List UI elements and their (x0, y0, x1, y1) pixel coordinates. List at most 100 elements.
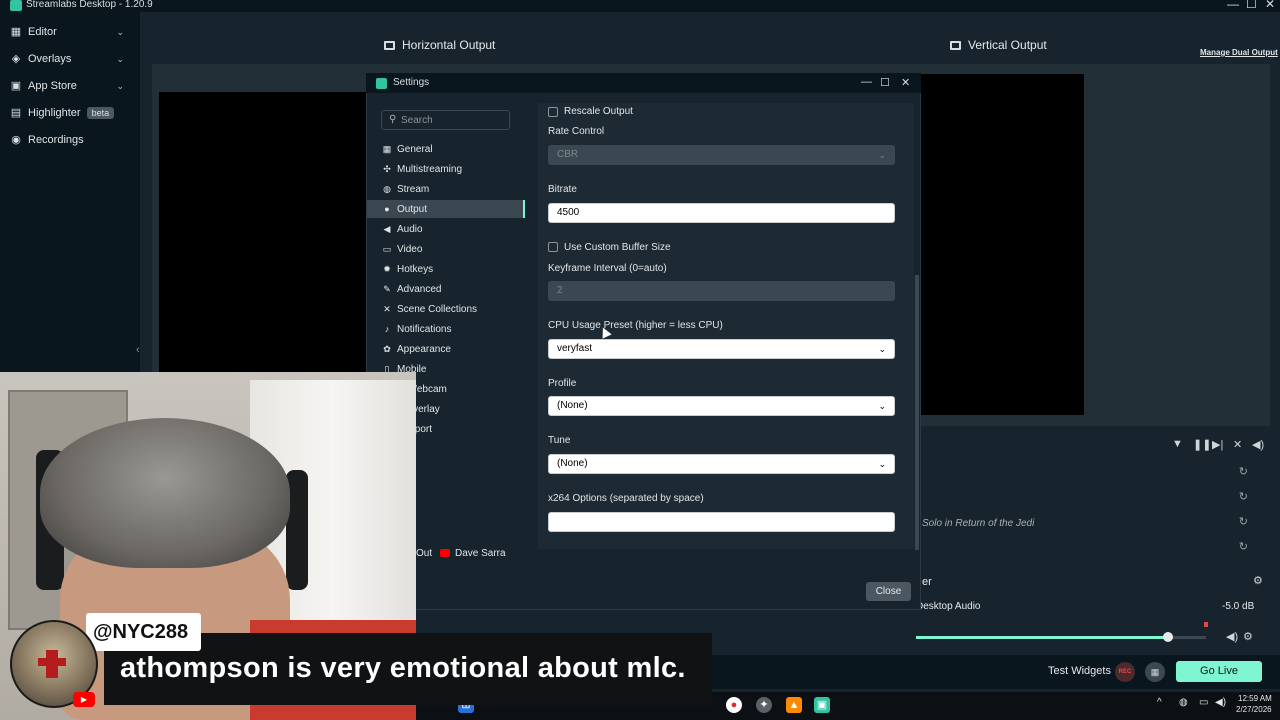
x264-options-input[interactable] (548, 512, 895, 532)
speaker-icon[interactable]: ◀) (1226, 630, 1238, 643)
chevron-down-icon: ⌄ (878, 344, 886, 354)
bell-icon: ♪ (384, 324, 390, 334)
nav-editor-label: Editor (28, 26, 57, 38)
peak-indicator (1204, 622, 1208, 627)
settings-category-stream[interactable]: ◍ Stream (367, 180, 525, 198)
nav-app-store[interactable]: ▣ App Store ⌄ (0, 73, 140, 99)
skip-icon[interactable]: ▶| (1212, 438, 1223, 451)
volume-slider-handle[interactable] (1163, 632, 1174, 642)
tray-chevron-icon[interactable]: ^ (1157, 697, 1162, 708)
chat-message: athompson is very emotional about mlc. (120, 652, 686, 684)
replay-icon[interactable]: ↻ (1239, 465, 1248, 478)
settings-category-hotkeys[interactable]: ✹ Hotkeys (367, 260, 525, 278)
chevron-left-icon[interactable]: ‹ (136, 344, 140, 356)
nav-overlays[interactable]: ◈ Overlays ⌄ (0, 46, 140, 72)
profile-select[interactable]: (None) ⌄ (548, 396, 895, 416)
network-icon[interactable]: ▭ (1199, 697, 1208, 708)
webcam-person-hair (40, 418, 290, 568)
close-button[interactable]: Close (866, 582, 911, 601)
pause-icon[interactable]: ❚❚ (1193, 438, 1211, 451)
tune-select[interactable]: (None) ⌄ (548, 454, 895, 474)
settings-category-audio[interactable]: ◀ Audio (367, 220, 525, 238)
nav-recordings-label: Recordings (28, 134, 84, 146)
horizontal-preview[interactable] (159, 92, 379, 372)
x264-options-label: x264 Options (separated by space) (548, 493, 704, 504)
mute-alerts-icon[interactable]: ✕ (1233, 438, 1242, 451)
chevron-down-icon: ⌄ (878, 401, 886, 411)
logout-link[interactable]: Out (416, 548, 432, 559)
settings-category-multistreaming[interactable]: ✣ Multistreaming (367, 160, 525, 178)
nav-recordings[interactable]: ◉ Recordings (0, 127, 140, 153)
streamlabs-taskbar-icon[interactable]: ▣ (814, 697, 830, 713)
beta-badge: beta (86, 107, 115, 119)
scrollbar[interactable] (915, 275, 919, 550)
nav-editor[interactable]: ▦ Editor ⌄ (0, 19, 140, 45)
app-title: Streamlabs Desktop - 1.20.9 (26, 0, 153, 10)
clock-date: 2/27/2026 (1236, 705, 1272, 714)
rescale-output-checkbox[interactable] (548, 107, 558, 117)
keyboard-icon: ✹ (383, 264, 391, 274)
settings-category-video[interactable]: ▭ Video (367, 240, 525, 258)
close-icon[interactable]: ✕ (901, 76, 910, 89)
chevron-down-icon: ⌄ (878, 150, 886, 160)
category-label: Video (397, 243, 423, 255)
test-widgets-button[interactable]: Test Widgets (1048, 665, 1111, 677)
close-window-icon[interactable]: ✕ (1265, 0, 1275, 11)
schedule-icon[interactable]: ▦ (1145, 662, 1165, 682)
replay-icon[interactable]: ↻ (1239, 490, 1248, 503)
streamlabs-logo-icon (376, 78, 387, 89)
nav-overlays-label: Overlays (28, 53, 72, 65)
vlc-icon[interactable]: ▲ (786, 697, 802, 713)
list-item[interactable]: ↻ (920, 535, 1270, 561)
nav-highlighter[interactable]: ▤ Highlighter beta (0, 100, 140, 126)
horizontal-output-header[interactable]: Horizontal Output (384, 38, 495, 52)
list-item[interactable]: ↻ (920, 485, 1270, 511)
chrome-icon[interactable]: ● (726, 697, 742, 713)
minimize-icon[interactable]: — (861, 76, 872, 88)
gear-icon[interactable]: ⚙ (1243, 630, 1253, 643)
custom-buffer-checkbox[interactable] (548, 242, 558, 252)
microphone-icon[interactable]: ◍ (1179, 697, 1188, 708)
bitrate-input[interactable]: 4500 (548, 203, 895, 223)
monitor-icon (384, 40, 395, 50)
list-item[interactable]: ↻ (920, 460, 1270, 486)
youtube-icon (440, 549, 450, 557)
settings-category-advanced[interactable]: ✎ Advanced (367, 280, 525, 298)
cpu-usage-preset-select[interactable]: veryfast ⌄ (548, 339, 895, 359)
custom-buffer-label: Use Custom Buffer Size (564, 242, 671, 253)
minimize-icon[interactable]: — (1227, 0, 1239, 11)
gear-icon[interactable]: ⚙ (1253, 574, 1263, 587)
manage-dual-output-link[interactable]: Manage Dual Output (1200, 48, 1278, 57)
rate-control-select[interactable]: CBR ⌄ (548, 145, 895, 165)
settings-category-appearance[interactable]: ✿ Appearance (367, 340, 525, 358)
chevron-down-icon: ⌄ (878, 459, 886, 469)
replay-icon[interactable]: ↻ (1239, 540, 1248, 553)
go-live-button[interactable]: Go Live (1176, 661, 1262, 682)
vertical-output-header[interactable]: Vertical Output (950, 38, 1047, 52)
vertical-output-label: Vertical Output (968, 38, 1047, 52)
filter-icon[interactable]: ▼ (1172, 438, 1183, 450)
settings-category-output[interactable]: ● Output (367, 200, 525, 218)
settings-category-general[interactable]: ▦ General (367, 140, 525, 158)
replay-icon[interactable]: ↻ (1239, 515, 1248, 528)
rate-control-value: CBR (557, 149, 579, 160)
volume-slider-fill (916, 636, 1169, 639)
monitor-icon (950, 40, 961, 50)
app-icon[interactable]: ✦ (756, 697, 772, 713)
volume-tray-icon[interactable]: ◀) (1215, 697, 1226, 708)
bitrate-label: Bitrate (548, 184, 577, 195)
maximize-icon[interactable]: ☐ (1246, 0, 1257, 11)
volume-icon[interactable]: ◀) (1252, 438, 1264, 451)
search-input[interactable] (401, 111, 506, 129)
output-icon: ● (384, 204, 390, 214)
vertical-preview[interactable] (920, 74, 1084, 415)
record-button[interactable]: REC (1115, 662, 1135, 682)
audio-level: -5.0 dB (1222, 601, 1255, 612)
maximize-icon[interactable]: ☐ (880, 76, 890, 89)
rescale-output-label: Rescale Output (564, 106, 633, 117)
keyframe-interval-input[interactable]: 2 (548, 281, 895, 301)
settings-category-scene-collections[interactable]: ✕ Scene Collections (367, 300, 525, 318)
scenes-icon: ✕ (383, 304, 391, 314)
settings-category-notifications[interactable]: ♪ Notifications (367, 320, 525, 338)
multistream-icon: ✣ (383, 164, 391, 174)
